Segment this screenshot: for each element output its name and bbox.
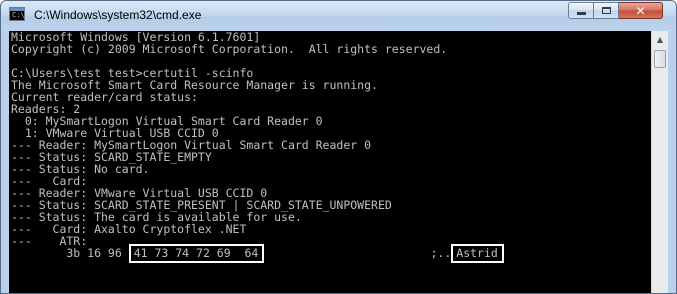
scroll-up-icon[interactable]: ▲ [653, 31, 667, 47]
title-bar[interactable]: C:\ C:\Windows\system32\cmd.exe ✕ [1, 1, 676, 31]
close-icon: ✕ [635, 3, 646, 18]
atr-middle: ;.. [264, 246, 452, 260]
scroll-thumb[interactable] [654, 50, 666, 68]
window-title: C:\Windows\system32\cmd.exe [34, 8, 202, 22]
atr-ascii-highlight: Astrid [451, 244, 504, 263]
close-button[interactable]: ✕ [619, 2, 663, 19]
atr-line: 3b 16 96 41 73 74 72 69 64 ;.. Astrid [9, 244, 651, 263]
atr-prefix: 3b 16 96 [11, 246, 129, 260]
cmd-window: C:\ C:\Windows\system32\cmd.exe ✕ Micros… [0, 0, 677, 294]
minimize-button[interactable] [568, 2, 594, 19]
cmd-icon[interactable]: C:\ [9, 7, 25, 21]
console-output[interactable]: Microsoft Windows [Version 6.1.7601] Cop… [9, 31, 651, 293]
maximize-button[interactable] [594, 2, 619, 19]
vertical-scrollbar[interactable]: ▲ [651, 31, 668, 293]
minimize-icon [576, 12, 586, 15]
console-line: --- Card: Axalto Cryptoflex .NET [11, 222, 247, 236]
window-frame-right [668, 31, 676, 293]
cmd-icon-prompt: C:\ [12, 11, 25, 19]
maximize-icon [601, 7, 611, 14]
atr-hex-highlight: 41 73 74 72 69 64 [128, 244, 265, 263]
scroll-up-glyph: ▲ [656, 34, 664, 44]
console-line: --- Status: No card. [11, 162, 150, 176]
console-line: Current reader/card status: [11, 90, 198, 104]
console-line: Copyright (c) 2009 Microsoft Corporation… [11, 42, 448, 56]
